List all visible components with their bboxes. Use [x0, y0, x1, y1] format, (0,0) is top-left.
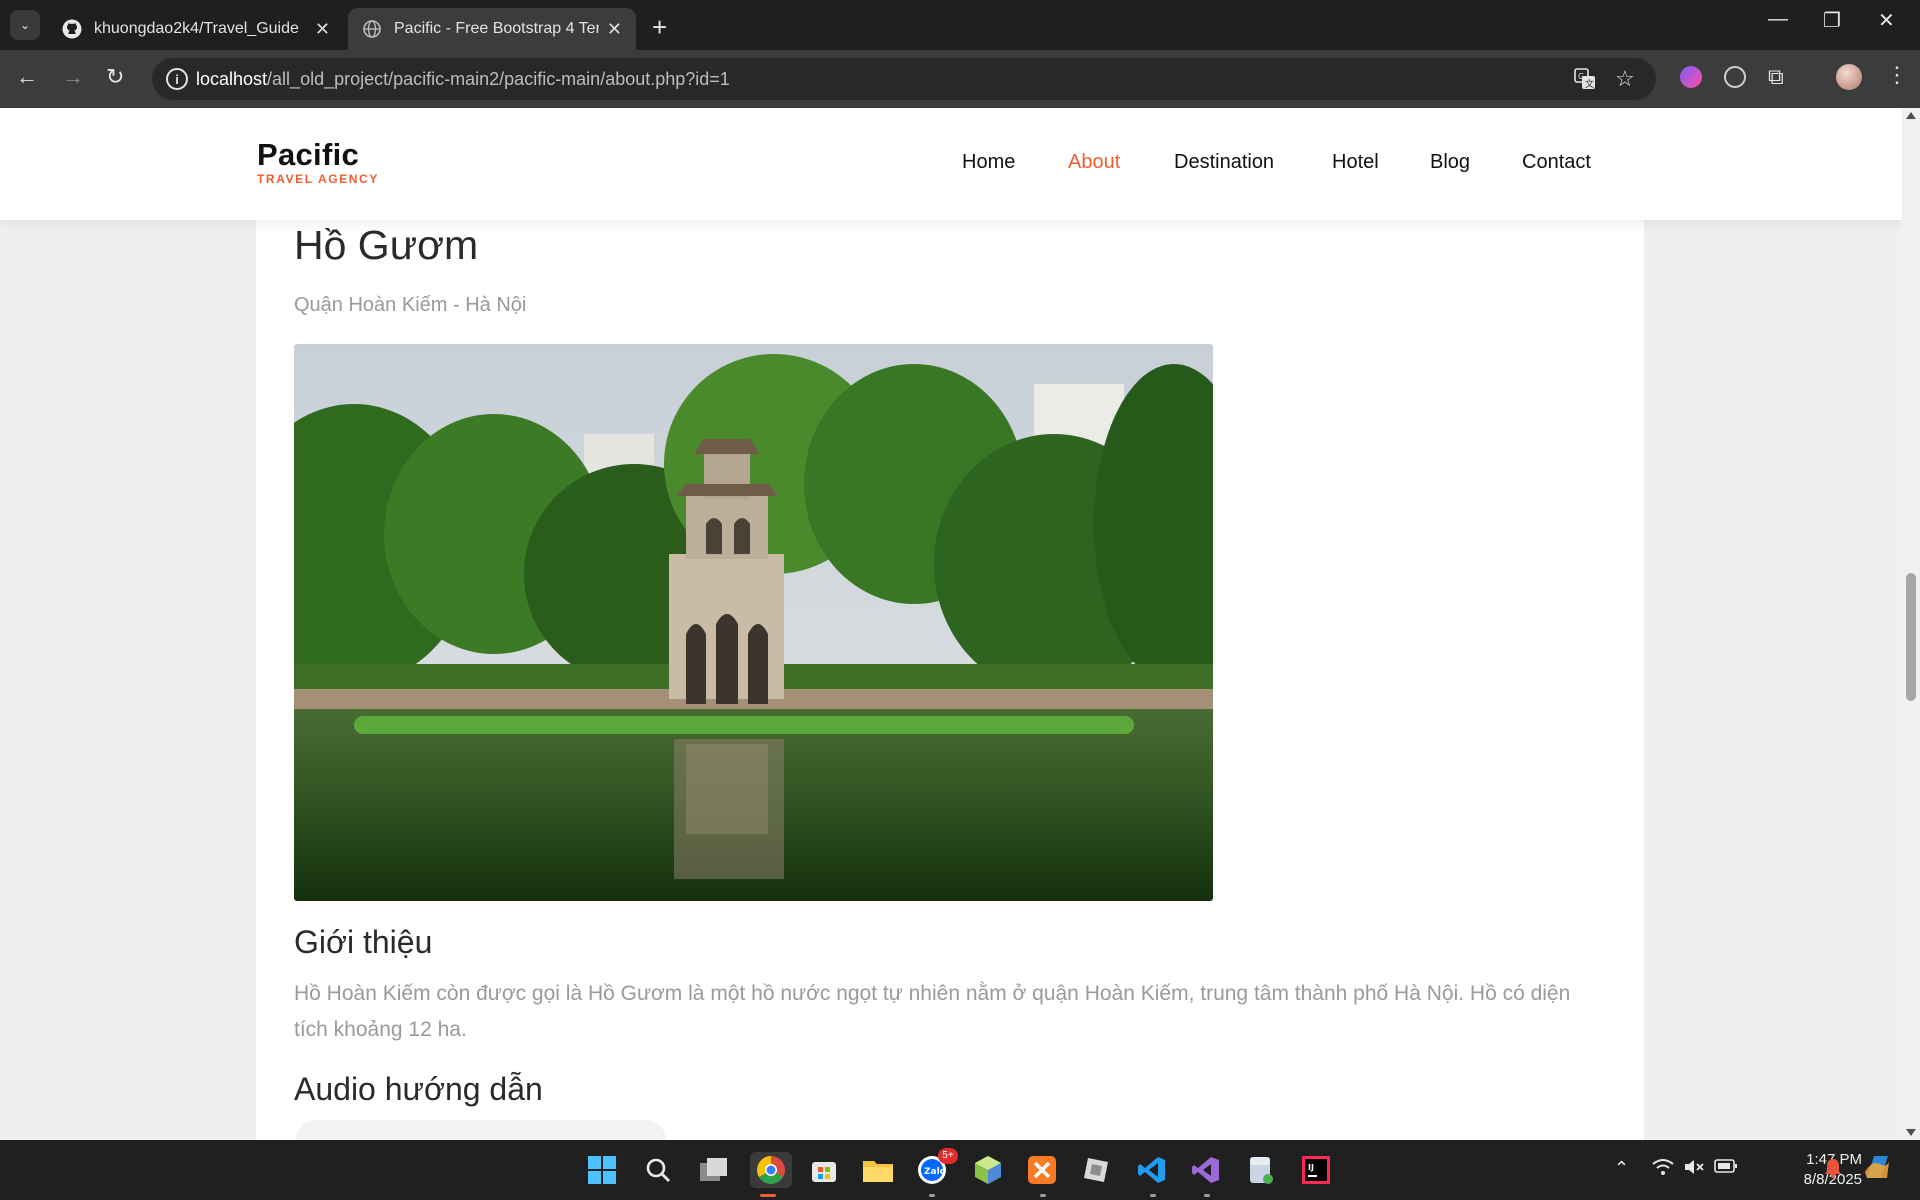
audio-heading: Audio hướng dẫn: [294, 1071, 543, 1107]
tab-title: Pacific - Free Bootstrap 4 Template: [394, 20, 599, 37]
forward-icon[interactable]: →: [62, 64, 84, 90]
audio-player[interactable]: [296, 1120, 666, 1140]
running-indicator: [1040, 1194, 1046, 1197]
github-icon: [62, 19, 82, 39]
nav-home[interactable]: Home: [962, 151, 1015, 174]
close-tab-icon[interactable]: ✕: [315, 19, 330, 40]
running-indicator: [1204, 1194, 1210, 1197]
url-text[interactable]: localhost/all_old_project/pacific-main2/…: [196, 69, 730, 90]
close-window-icon[interactable]: ✕: [1878, 8, 1895, 33]
scroll-up-icon[interactable]: [1906, 112, 1916, 119]
intro-text: Hồ Hoàn Kiếm còn được gọi là Hồ Gươm là …: [294, 982, 1571, 1041]
running-indicator: [1150, 1194, 1156, 1197]
zalo-notification-badge: 5+: [938, 1148, 958, 1164]
clock-date: 8/8/2025: [1803, 1171, 1862, 1188]
site-header: Pacific TRAVEL AGENCY Home About Destina…: [0, 108, 1902, 220]
page-scrollbar[interactable]: [1902, 108, 1920, 1140]
vscode-icon[interactable]: [1134, 1152, 1170, 1188]
place-location: Quận Hoàn Kiếm - Hà Nội: [294, 294, 527, 316]
scroll-down-icon[interactable]: [1906, 1129, 1916, 1136]
windows-start-icon[interactable]: [584, 1152, 620, 1188]
app-cube-icon[interactable]: [970, 1152, 1006, 1188]
globe-icon: [362, 19, 382, 39]
address-bar[interactable]: i localhost/all_old_project/pacific-main…: [152, 58, 1656, 100]
svg-text:G: G: [1578, 72, 1584, 81]
nav-destination[interactable]: Destination: [1174, 151, 1274, 174]
intro-heading: Giới thiệu: [294, 924, 433, 960]
compass-icon[interactable]: [1724, 66, 1746, 88]
bookmark-star-icon[interactable]: ☆: [1615, 66, 1635, 92]
place-photo: [294, 344, 1213, 901]
clock-time: 1:47 PM: [1806, 1151, 1862, 1168]
visual-studio-icon[interactable]: [1188, 1152, 1224, 1188]
nav-about[interactable]: About: [1068, 151, 1120, 174]
site-logo[interactable]: Pacific TRAVEL AGENCY: [257, 137, 379, 187]
task-view-icon[interactable]: [696, 1152, 732, 1188]
nav-contact[interactable]: Contact: [1522, 151, 1591, 174]
search-icon[interactable]: [640, 1152, 676, 1188]
wifi-icon[interactable]: [1652, 1158, 1674, 1181]
tab-title: khuongdao2k4/Travel_Guide: [94, 20, 299, 37]
xampp-icon[interactable]: [1024, 1152, 1060, 1188]
intellij-icon[interactable]: IJ: [1298, 1152, 1334, 1188]
copilot-icon[interactable]: [1862, 1152, 1892, 1187]
restore-icon[interactable]: ❐: [1823, 8, 1841, 33]
active-app-indicator: [760, 1194, 776, 1197]
system-clock[interactable]: 1:47 PM 8/8/2025: [1752, 1150, 1862, 1190]
battery-icon[interactable]: [1714, 1158, 1738, 1179]
minimize-icon[interactable]: —: [1768, 8, 1788, 31]
web-page: Hồ Gươm Quận Hoàn Kiếm - Hà Nội Giới thi…: [0, 108, 1902, 1140]
chevron-up-icon[interactable]: ⌃: [1614, 1158, 1629, 1179]
chrome-icon[interactable]: [750, 1152, 792, 1188]
logo-tagline: TRAVEL AGENCY: [257, 172, 379, 186]
tab-search-button[interactable]: ⌄: [10, 10, 40, 40]
svg-text:IJ: IJ: [1308, 1163, 1314, 1172]
tab-pacific[interactable]: Pacific - Free Bootstrap 4 Template ✕: [348, 8, 636, 50]
svg-text:文: 文: [1585, 78, 1594, 90]
back-icon[interactable]: ←: [16, 64, 38, 90]
extension-copilot-icon[interactable]: [1680, 66, 1702, 88]
reload-icon[interactable]: ↻: [106, 64, 124, 90]
translate-icon[interactable]: G文: [1574, 68, 1596, 96]
site-info-icon[interactable]: i: [166, 68, 188, 90]
nav-blog[interactable]: Blog: [1430, 151, 1470, 174]
scrollbar-thumb[interactable]: [1906, 573, 1916, 701]
logo-name: Pacific: [257, 137, 360, 172]
database-app-icon[interactable]: [1242, 1152, 1278, 1188]
tab-github[interactable]: khuongdao2k4/Travel_Guide ✕: [48, 8, 344, 50]
browser-tab-bar: ⌄ khuongdao2k4/Travel_Guide ✕ Pacific - …: [0, 0, 1920, 50]
close-tab-icon[interactable]: ✕: [607, 19, 622, 40]
volume-muted-icon[interactable]: [1684, 1158, 1706, 1181]
microsoft-store-icon[interactable]: [806, 1152, 842, 1188]
svg-text:Zalo: Zalo: [924, 1167, 946, 1177]
app-note-icon[interactable]: [1078, 1152, 1114, 1188]
running-indicator: [929, 1194, 935, 1197]
browser-toolbar: ← → ↻ i localhost/all_old_project/pacifi…: [0, 50, 1920, 108]
profile-avatar[interactable]: [1836, 64, 1862, 90]
extensions-puzzle-icon[interactable]: ⧉: [1768, 64, 1784, 90]
browser-menu-icon[interactable]: ⋮: [1886, 62, 1908, 88]
windows-taskbar: Zalo IJ ⌃ 1:47 PM 8/8/2025: [0, 1140, 1920, 1200]
place-title: Hồ Gươm: [294, 222, 479, 268]
nav-hotel[interactable]: Hotel: [1332, 151, 1379, 174]
new-tab-icon[interactable]: +: [652, 12, 667, 43]
file-explorer-icon[interactable]: [860, 1152, 896, 1188]
notification-bell-icon[interactable]: [1824, 1158, 1842, 1183]
